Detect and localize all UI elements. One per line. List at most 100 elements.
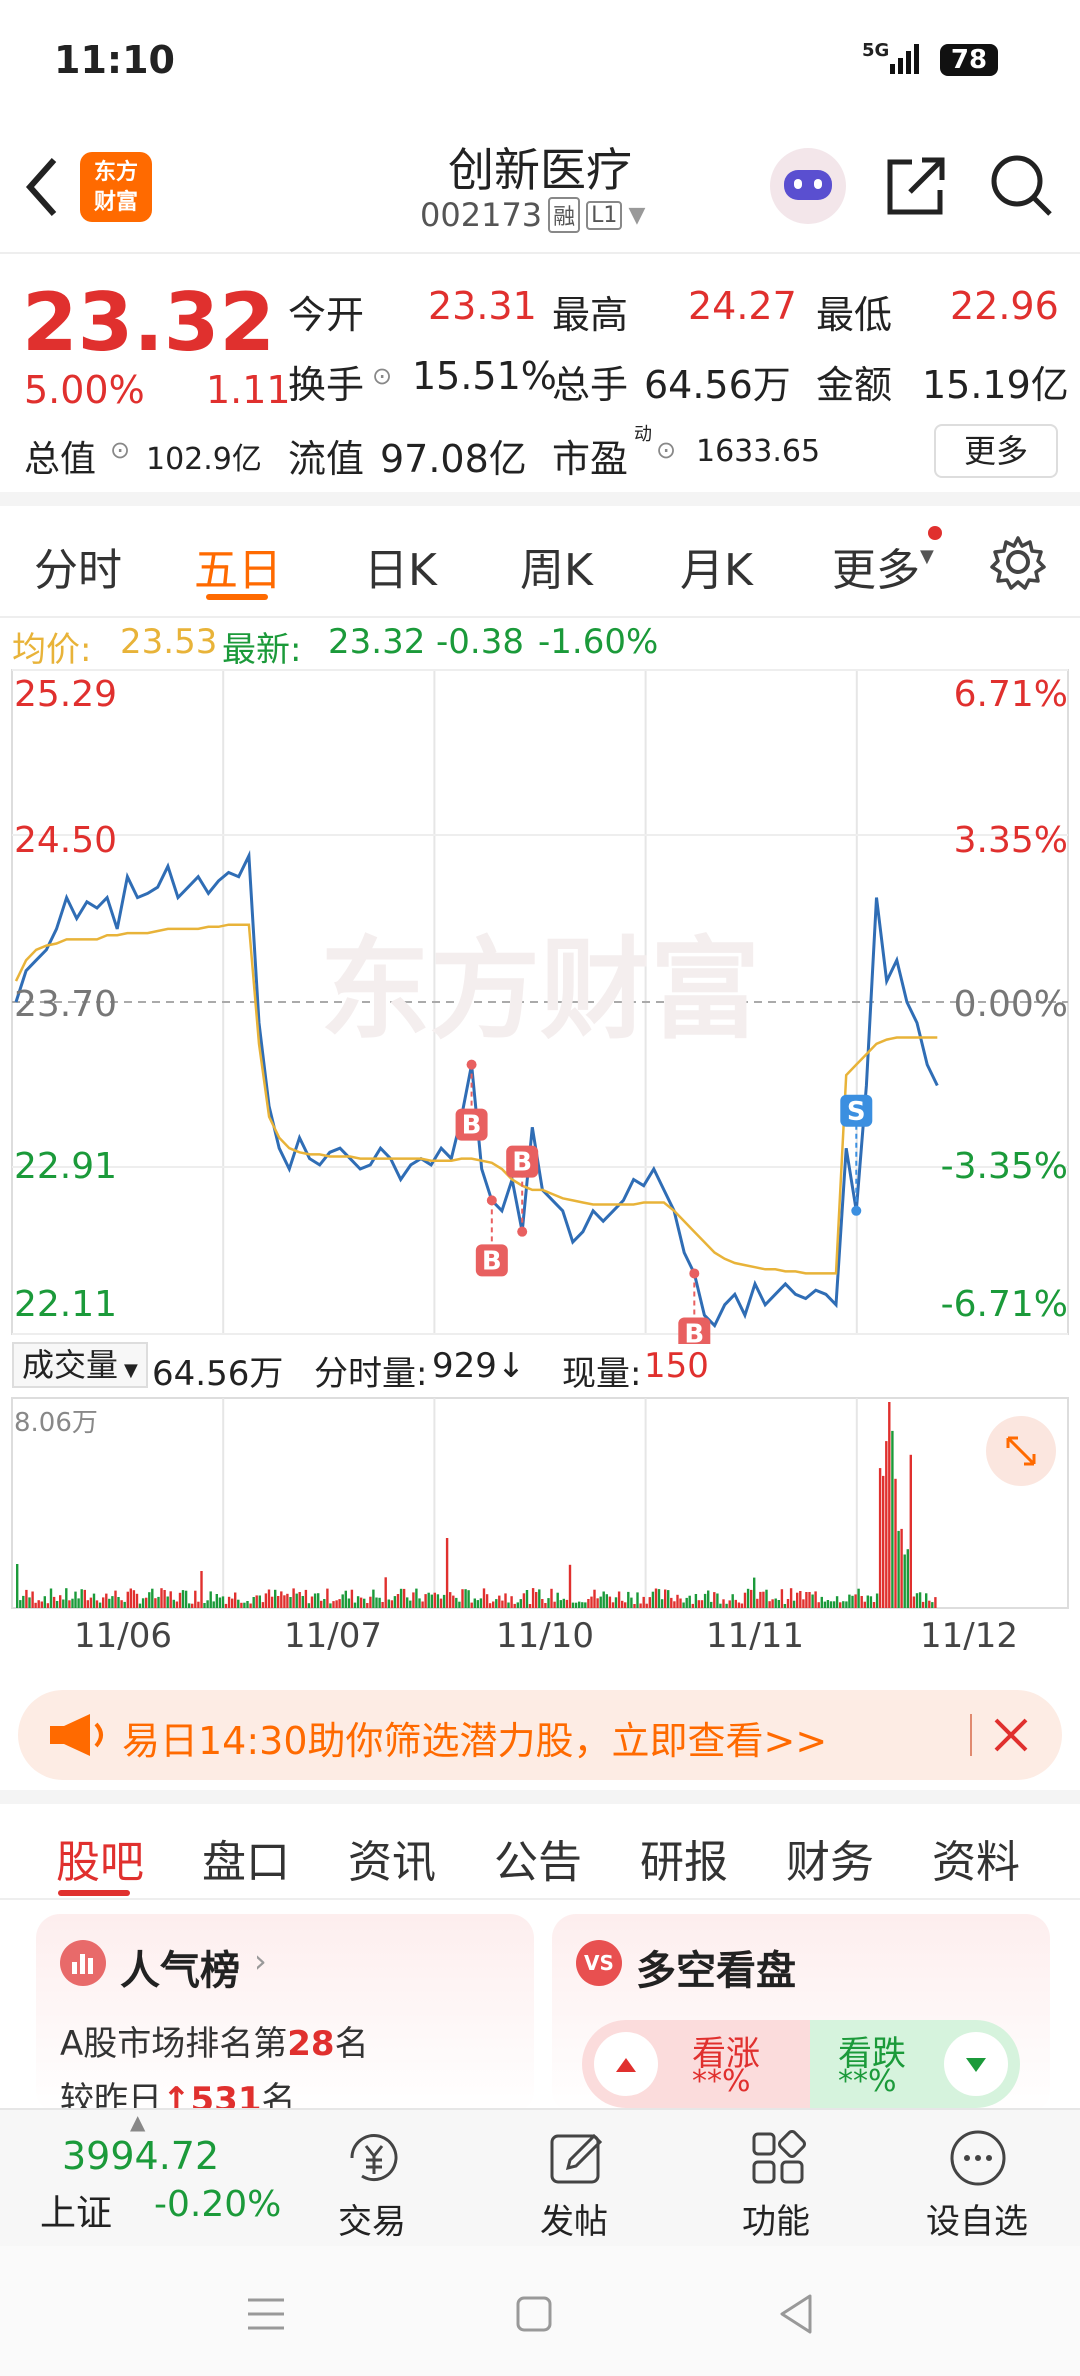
popularity-title: 人气榜	[120, 1948, 240, 1994]
home-icon[interactable]	[514, 2294, 554, 2334]
volume-bar	[621, 1600, 624, 1608]
volume-bar	[737, 1602, 741, 1608]
volume-bar	[762, 1591, 765, 1608]
volume-bar	[264, 1593, 268, 1608]
high-value: 24.27	[688, 284, 797, 328]
volume-bar	[86, 1600, 89, 1608]
volume-chart[interactable]: 8.06万 11/06 11/07 11/10 11/11 11/12	[0, 1396, 1080, 1676]
share-icon[interactable]	[884, 152, 950, 218]
tab-announcement[interactable]: 公告	[494, 1826, 582, 1890]
notification-dot	[928, 526, 942, 540]
volume-bar	[507, 1602, 510, 1608]
volume-indicator-select[interactable]: 成交量 ▼	[12, 1342, 148, 1388]
more-button[interactable]: 更多	[934, 424, 1058, 478]
menu-icon[interactable]	[244, 2294, 288, 2334]
volume-bar	[283, 1595, 286, 1608]
popularity-card[interactable]: 人气榜 › A股市场排名第28名 较昨日↑531名	[36, 1914, 534, 2120]
robot-assistant-icon[interactable]	[770, 148, 846, 224]
search-icon[interactable]	[988, 152, 1054, 218]
volume-bar	[452, 1595, 455, 1608]
volume-bar	[556, 1592, 559, 1608]
volume-bar	[464, 1589, 467, 1608]
chart-tabs: 分时 五日 日K 周K 月K 更多 ▼	[0, 506, 1080, 618]
volume-bar	[243, 1602, 246, 1608]
volume-bar	[501, 1600, 504, 1608]
volume-bar	[476, 1600, 479, 1608]
volume-bar	[639, 1603, 642, 1608]
volume-bar	[215, 1594, 218, 1608]
back-nav-icon[interactable]	[776, 2292, 816, 2336]
nav-function[interactable]: 功能	[742, 2194, 810, 2243]
change-amount: 1.11	[206, 368, 291, 412]
volume-bar	[627, 1591, 630, 1608]
volume-bar	[685, 1597, 688, 1608]
volume-bar	[240, 1602, 243, 1608]
promo-banner[interactable]: 易日14:30助你筛选潜力股，立即查看>>	[18, 1690, 1062, 1780]
volume-bar	[154, 1598, 157, 1608]
nav-post[interactable]: 发帖	[540, 2194, 608, 2243]
tab-finance[interactable]: 财务	[786, 1826, 874, 1890]
volume-bar	[719, 1603, 722, 1608]
volume-bar	[249, 1603, 252, 1608]
five-day-price-chart[interactable]: 东方财富 BBBBS 25.29 24.50 23.70 22.91 22.11…	[0, 668, 1080, 1344]
volume-bar	[832, 1601, 836, 1608]
close-icon[interactable]	[990, 1714, 1032, 1756]
tab-profile[interactable]: 资料	[932, 1826, 1020, 1890]
volume-bar	[310, 1596, 314, 1608]
volume-bar	[667, 1590, 670, 1608]
tab-more[interactable]: 更多	[832, 534, 920, 598]
volume-bar	[363, 1598, 366, 1608]
volume-bar	[65, 1588, 68, 1608]
index-value[interactable]: 3994.72	[62, 2134, 219, 2178]
volume-bar	[731, 1594, 734, 1608]
x-axis-label: 11/10	[496, 1616, 594, 1656]
tab-research[interactable]: 研报	[640, 1826, 728, 1890]
marker-dot	[486, 1195, 497, 1206]
bull-button[interactable]: 看涨 **%	[582, 2020, 812, 2108]
bear-button[interactable]: 看跌 **%	[810, 2020, 1020, 2108]
tab-daily-k[interactable]: 日K	[364, 534, 437, 598]
volume-bar	[157, 1596, 160, 1608]
expand-icon[interactable]	[986, 1416, 1056, 1486]
volume-bar	[590, 1596, 593, 1608]
stock-header: 东方 财富 创新医疗 002173 融 L1 ▼	[0, 120, 1080, 254]
info-icon[interactable]: ⊙	[372, 362, 392, 390]
y-tick-label: 25.29	[14, 674, 118, 715]
tab-news[interactable]: 资讯	[348, 1826, 436, 1890]
tab-monthly-k[interactable]: 月K	[680, 534, 753, 598]
tab-five-day[interactable]: 五日	[194, 534, 282, 598]
active-tab-indicator	[58, 1890, 130, 1896]
volume-bar	[820, 1596, 823, 1608]
volume-bar	[866, 1595, 869, 1608]
volume-bar	[366, 1603, 369, 1608]
volume-bar	[160, 1588, 163, 1608]
stock-code-row[interactable]: 002173 融 L1 ▼	[420, 196, 645, 234]
tab-guba[interactable]: 股吧	[56, 1826, 144, 1890]
volume-bar	[218, 1597, 222, 1608]
tab-intraday[interactable]: 分时	[34, 534, 122, 598]
volume-bar	[415, 1588, 418, 1608]
long-short-card[interactable]: VS 多空看盘 看涨 **% 看跌 **%	[552, 1914, 1050, 2114]
volume-bar	[516, 1602, 519, 1608]
volume-bar	[292, 1588, 295, 1608]
volume-bar	[102, 1597, 105, 1608]
info-icon[interactable]: ⊙	[656, 436, 676, 464]
x-axis-label: 11/12	[920, 1616, 1018, 1656]
vs-icon: VS	[576, 1940, 622, 1986]
dropdown-icon: ▼	[124, 1360, 138, 1381]
volume-bar	[151, 1588, 154, 1608]
volume-bar	[614, 1597, 618, 1608]
volume-bar	[62, 1599, 65, 1608]
settings-icon[interactable]	[990, 534, 1046, 590]
volume-bar	[132, 1590, 136, 1608]
nav-trade[interactable]: 交易	[338, 2194, 406, 2243]
info-icon[interactable]: ⊙	[110, 436, 130, 464]
tab-weekly-k[interactable]: 周K	[520, 534, 593, 598]
volume-bar	[725, 1603, 728, 1608]
tab-handicap[interactable]: 盘口	[202, 1826, 290, 1890]
volume-bar	[525, 1590, 529, 1608]
volume-bar	[777, 1600, 780, 1608]
nav-add-watchlist[interactable]: 设自选	[926, 2194, 1028, 2243]
open-value: 23.31	[428, 284, 537, 328]
volume-bar	[587, 1599, 590, 1608]
